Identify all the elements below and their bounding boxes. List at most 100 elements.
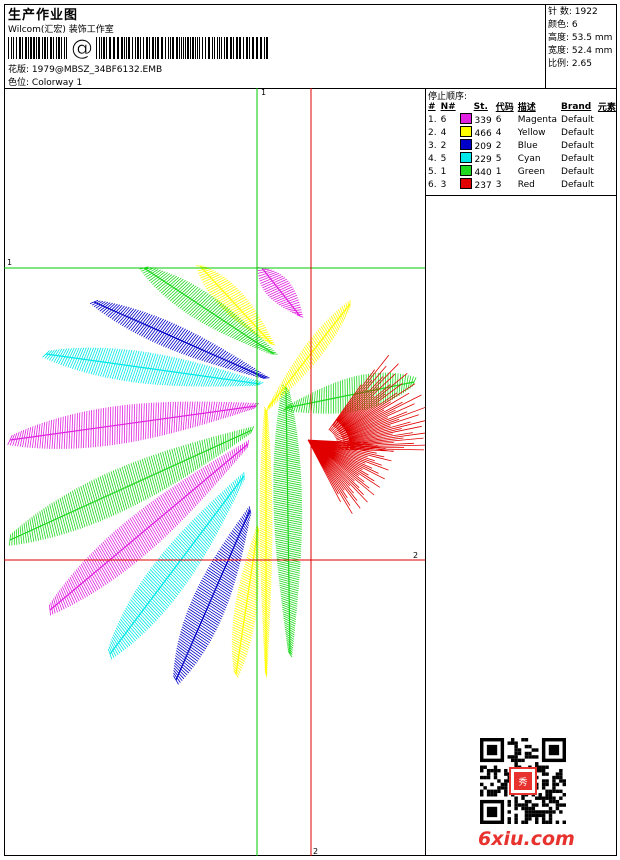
row-element bbox=[596, 139, 618, 152]
petal-cyan-lower bbox=[107, 472, 245, 660]
table-header-row: # N# St. 代码 描述 Brand 元素 bbox=[426, 100, 618, 114]
design-file: 1979@MBSZ_34BF6132.EMB bbox=[31, 65, 163, 75]
stem-yellow bbox=[259, 406, 273, 678]
design-canvas: 1 1 2 2 bbox=[4, 88, 425, 856]
row-code: 1 bbox=[495, 166, 502, 177]
watermark-logo: 6xiu.com bbox=[478, 828, 575, 850]
row-code: 6 bbox=[495, 114, 502, 125]
row-num: 1. bbox=[428, 114, 437, 125]
stitch-count: 440 bbox=[471, 168, 492, 178]
spec-colors: 颜色: 6 bbox=[548, 20, 578, 30]
spec-width: 宽度: 52.4 mm bbox=[548, 46, 613, 56]
design-label: 花版: bbox=[8, 65, 30, 75]
col-code: 代码 bbox=[495, 103, 514, 113]
colorway-info: 色位: Colorway 1 bbox=[8, 75, 82, 88]
row-num: 5. bbox=[428, 166, 437, 177]
table-bottom-rule bbox=[425, 195, 617, 196]
row-element bbox=[596, 152, 618, 165]
row-code: 2 bbox=[495, 140, 502, 151]
qr-code: 秀 bbox=[480, 738, 566, 824]
stitch-count: 466 bbox=[471, 129, 492, 139]
row-element bbox=[596, 178, 618, 191]
row-num: 3. bbox=[428, 140, 437, 151]
col-brand: Brand bbox=[561, 101, 592, 112]
guide-label-red-right: 2 bbox=[413, 551, 418, 560]
row-brand: Default bbox=[561, 127, 594, 138]
stop-row: 5. 1 440 1 Green Default bbox=[426, 165, 618, 178]
color-swatch bbox=[459, 126, 472, 137]
col-element: 元素 bbox=[597, 103, 616, 113]
guide-label-green-top: 1 bbox=[261, 88, 266, 97]
row-element bbox=[596, 126, 618, 139]
color-swatch bbox=[459, 152, 472, 163]
petal-yellow-right bbox=[266, 300, 351, 412]
company-name: Wilcom(汇宏) 装饰工作室 bbox=[8, 25, 114, 35]
specs-divider bbox=[545, 4, 546, 88]
row-needle: 6 bbox=[440, 114, 447, 125]
row-desc: Red bbox=[517, 179, 535, 190]
barcode: @ bbox=[8, 37, 268, 59]
row-desc: Yellow bbox=[517, 127, 546, 138]
colorway-label: 色位: bbox=[8, 78, 30, 88]
colorway-value: Colorway 1 bbox=[31, 78, 83, 88]
col-stitches: St. bbox=[473, 101, 488, 112]
color-swatch bbox=[459, 139, 472, 150]
stop-row: 2. 4 466 4 Yellow Default bbox=[426, 126, 618, 139]
row-code: 3 bbox=[495, 179, 502, 190]
col-num: # bbox=[428, 101, 436, 112]
stop-row: 3. 2 209 2 Blue Default bbox=[426, 139, 618, 152]
spec-stitches: 针 数: 1922 bbox=[548, 7, 598, 17]
stop-row: 4. 5 229 5 Cyan Default bbox=[426, 152, 618, 165]
spec-list: 针 数: 1922 颜色: 6 高度: 53.5 mm 宽度: 52.4 mm … bbox=[548, 6, 612, 71]
guide-label-green-left: 1 bbox=[7, 258, 12, 267]
row-needle: 5 bbox=[440, 153, 447, 164]
row-needle: 2 bbox=[440, 140, 447, 151]
row-code: 4 bbox=[495, 127, 502, 138]
row-needle: 1 bbox=[440, 166, 447, 177]
color-swatch bbox=[459, 113, 472, 124]
petal-magenta-top bbox=[257, 267, 304, 318]
petal-yellow-lower bbox=[231, 524, 260, 678]
row-needle: 4 bbox=[440, 127, 447, 138]
guide-label-red-bottom: 2 bbox=[313, 847, 318, 856]
row-num: 6. bbox=[428, 179, 437, 190]
svg-text:秀: 秀 bbox=[518, 776, 527, 788]
petal-yellow-top bbox=[195, 265, 276, 346]
stitch-count: 339 bbox=[471, 116, 492, 126]
row-desc: Blue bbox=[517, 140, 538, 151]
row-stitches: 440 bbox=[458, 165, 494, 178]
col-desc: 描述 bbox=[517, 103, 536, 113]
row-code: 5 bbox=[495, 153, 502, 164]
stitch-count: 229 bbox=[471, 155, 492, 165]
col-needle: N# bbox=[440, 101, 456, 112]
row-stitches: 229 bbox=[458, 152, 494, 165]
row-element bbox=[596, 165, 618, 178]
stop-row: 6. 3 237 3 Red Default bbox=[426, 178, 618, 191]
page-title: 生产作业图 bbox=[8, 8, 79, 23]
row-stitches: 237 bbox=[458, 178, 494, 191]
row-num: 4. bbox=[428, 153, 437, 164]
stitch-count: 237 bbox=[471, 181, 492, 191]
color-swatch bbox=[459, 178, 472, 189]
row-desc: Green bbox=[517, 166, 545, 177]
row-brand: Default bbox=[561, 179, 594, 190]
panel-divider bbox=[425, 88, 426, 856]
row-desc: Magenta bbox=[517, 114, 558, 125]
row-stitches: 466 bbox=[458, 126, 494, 139]
spec-height: 高度: 53.5 mm bbox=[548, 33, 613, 43]
row-needle: 3 bbox=[440, 179, 447, 190]
row-brand: Default bbox=[561, 140, 594, 151]
color-swatch bbox=[459, 165, 472, 176]
barcode-symbol: @ bbox=[71, 37, 93, 59]
row-num: 2. bbox=[428, 127, 437, 138]
row-brand: Default bbox=[561, 153, 594, 164]
row-stitches: 209 bbox=[458, 139, 494, 152]
spec-scale: 比例: 2.65 bbox=[548, 59, 592, 69]
stem-green bbox=[273, 384, 303, 658]
row-brand: Default bbox=[561, 166, 594, 177]
stitch-count: 209 bbox=[471, 142, 492, 152]
row-stitches: 339 bbox=[458, 113, 494, 126]
stop-row: 1. 6 339 6 Magenta Default bbox=[426, 113, 618, 126]
design-info: 花版: 1979@MBSZ_34BF6132.EMB bbox=[8, 62, 162, 75]
stop-sequence-table: # N# St. 代码 描述 Brand 元素 1. 6 339 6 Magenta D… bbox=[426, 100, 618, 192]
